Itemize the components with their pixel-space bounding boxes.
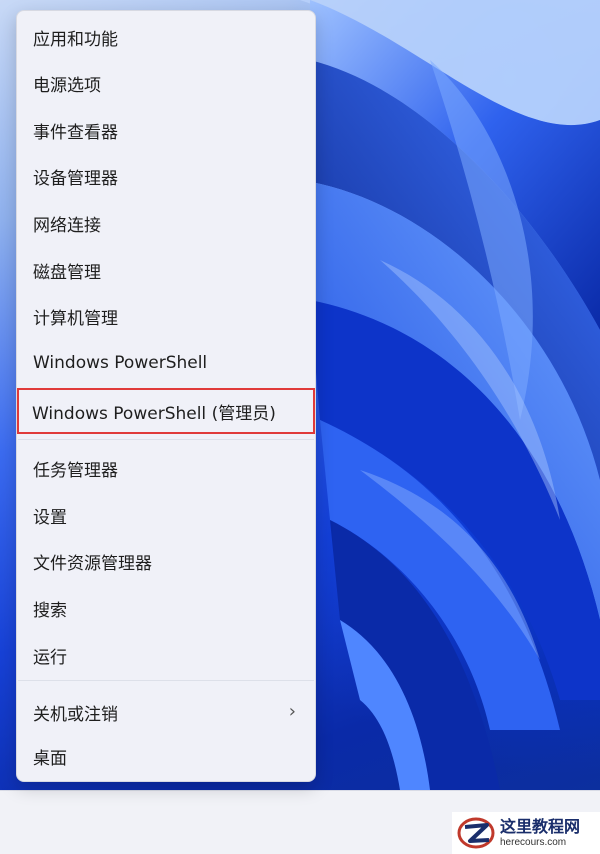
menu-item-label: 桌面 [33,748,67,769]
menu-item-label: 关机或注销 [33,704,118,725]
winx-context-menu: 应用和功能 电源选项 事件查看器 设备管理器 网络连接 磁盘管理 计算机管理 W… [16,10,316,782]
menu-item-device-manager[interactable]: 设备管理器 [18,156,314,196]
watermark-title: 这里教程网 [500,816,581,836]
menu-item-windows-powershell-admin[interactable]: Windows PowerShell (管理员) [17,388,315,434]
desktop: 应用和功能 电源选项 事件查看器 设备管理器 网络连接 磁盘管理 计算机管理 W… [0,0,600,854]
menu-item-label: 磁盘管理 [33,262,101,283]
watermark-url: herecours.com [500,836,567,848]
menu-item-desktop[interactable]: 桌面 [18,736,314,776]
z-logo-icon [457,817,495,849]
menu-item-label: 设置 [33,507,67,528]
menu-item-label: 事件查看器 [33,122,118,143]
menu-separator [18,439,314,440]
menu-item-label: 搜索 [33,600,67,621]
menu-item-disk-management[interactable]: 磁盘管理 [18,250,314,290]
menu-item-label: 文件资源管理器 [33,553,152,574]
chevron-right-icon: › [288,701,296,722]
menu-item-label: 应用和功能 [33,29,118,50]
menu-item-label: Windows PowerShell (管理员) [32,403,276,424]
menu-item-run[interactable]: 运行 [18,635,314,675]
menu-item-label: Windows PowerShell [33,353,208,373]
menu-item-search[interactable]: 搜索 [18,588,314,628]
menu-item-computer-management[interactable]: 计算机管理 [18,296,314,336]
menu-item-file-explorer[interactable]: 文件资源管理器 [18,541,314,581]
menu-item-label: 网络连接 [33,215,101,236]
menu-item-network-connections[interactable]: 网络连接 [18,203,314,243]
site-watermark: 这里教程网 herecours.com [452,812,600,854]
menu-item-label: 电源选项 [33,75,101,96]
menu-separator [18,680,314,681]
menu-item-power-options[interactable]: 电源选项 [18,63,314,103]
menu-item-shutdown-or-sign-out[interactable]: 关机或注销 › [18,692,314,732]
menu-item-task-manager[interactable]: 任务管理器 [18,448,314,488]
menu-item-apps-and-features[interactable]: 应用和功能 [18,17,314,57]
menu-item-label: 任务管理器 [33,460,118,481]
menu-item-label: 计算机管理 [33,308,118,329]
menu-item-label: 设备管理器 [33,168,118,189]
menu-item-settings[interactable]: 设置 [18,495,314,535]
menu-item-windows-powershell[interactable]: Windows PowerShell [18,343,314,383]
menu-item-event-viewer[interactable]: 事件查看器 [18,110,314,150]
watermark-text: 这里教程网 herecours.com [500,816,581,848]
menu-item-label: 运行 [33,647,67,668]
